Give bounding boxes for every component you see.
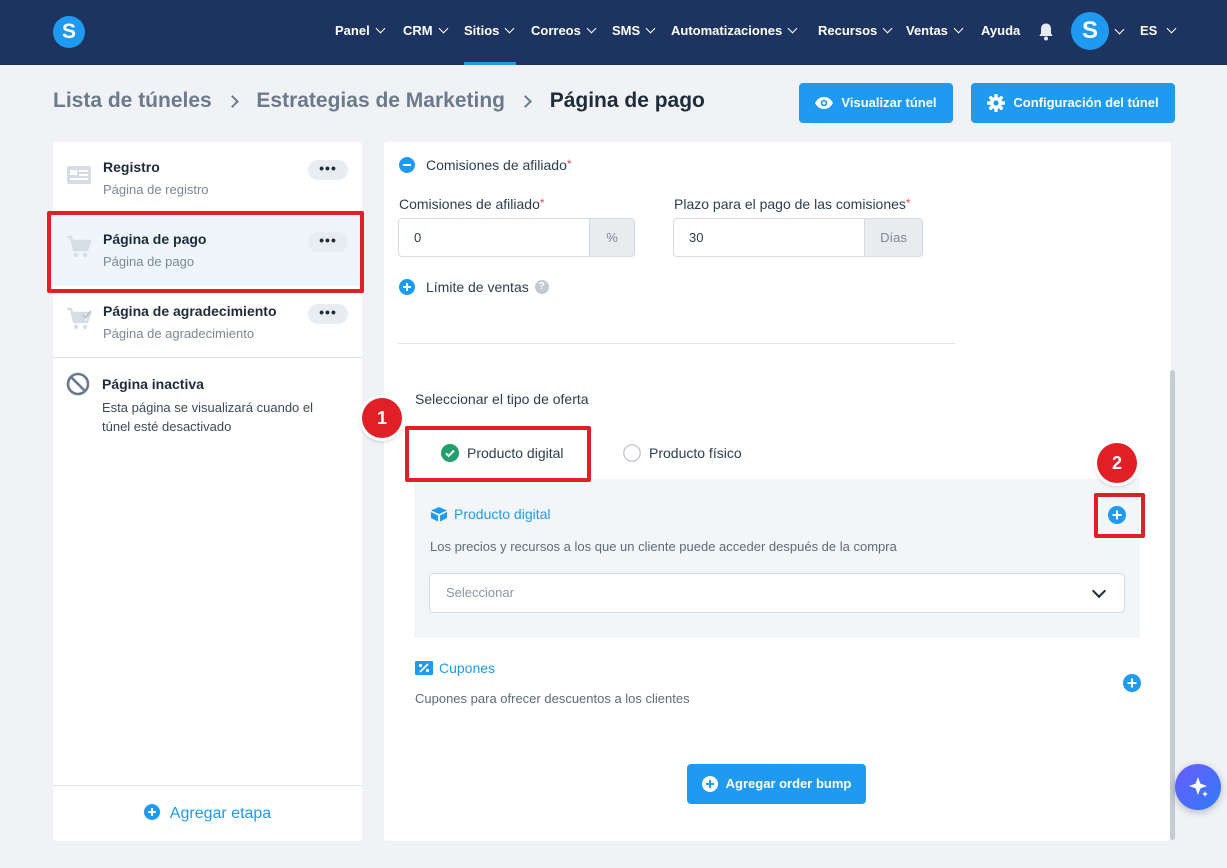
top-navigation-bar: S Panel CRM Sitios Correos SMS Automatiz… xyxy=(0,0,1227,65)
plus-circle-icon xyxy=(399,278,415,295)
chevron-down-icon xyxy=(953,23,964,34)
commission-input[interactable]: 0 % xyxy=(398,218,635,257)
step-marker-1: 1 xyxy=(362,398,402,438)
breadcrumb-funnel[interactable]: Estrategias de Marketing xyxy=(256,89,505,113)
preview-funnel-button[interactable]: Visualizar túnel xyxy=(799,83,953,123)
chevron-down-icon xyxy=(1091,583,1107,599)
nav-item-panel[interactable]: Panel xyxy=(335,0,386,65)
divider xyxy=(398,343,955,344)
highlight-add-product xyxy=(1094,493,1145,538)
bell-icon[interactable] xyxy=(1038,22,1054,42)
sales-limit-toggle[interactable]: Límite de ventas? xyxy=(399,278,549,295)
form-icon xyxy=(67,166,91,184)
nav-item-sms[interactable]: SMS xyxy=(612,0,656,65)
plus-circle-icon xyxy=(701,775,718,792)
chevron-right-icon xyxy=(225,95,239,108)
ban-icon xyxy=(66,372,90,396)
nav-item-ventas[interactable]: Ventas xyxy=(906,0,964,65)
chevron-down-icon xyxy=(1166,23,1177,34)
chevron-down-icon xyxy=(586,23,597,34)
breadcrumb-current-page: Página de pago xyxy=(549,89,705,113)
step-pagina-de-agradecimiento[interactable]: Página de agradecimiento Página de agrad… xyxy=(53,286,362,358)
highlight-digital-option xyxy=(405,426,591,482)
assistant-button[interactable] xyxy=(1175,764,1221,810)
chevron-down-icon xyxy=(504,23,515,34)
app-logo[interactable]: S xyxy=(53,16,85,48)
digital-product-select[interactable]: Seleccionar xyxy=(429,573,1125,613)
digital-product-section xyxy=(414,479,1140,638)
help-icon[interactable]: ? xyxy=(534,280,549,295)
eye-icon xyxy=(815,96,834,109)
digital-product-heading: Producto digital xyxy=(430,506,551,522)
percent-addon: % xyxy=(589,219,634,256)
coupons-description: Cupones para ofrecer descuentos a los cl… xyxy=(415,691,690,706)
affiliate-commission-toggle[interactable]: Comisiones de afiliado* xyxy=(399,156,572,173)
user-avatar[interactable]: S xyxy=(1071,12,1109,50)
chevron-down-icon xyxy=(645,23,656,34)
step-subtitle: Página de registro xyxy=(103,182,209,197)
step-title: Página de agradecimiento xyxy=(103,303,277,319)
coupons-heading: Cupones xyxy=(415,660,495,676)
add-coupon-button[interactable] xyxy=(1123,674,1141,692)
nav-item-sitios[interactable]: Sitios xyxy=(464,0,516,65)
step-title: Registro xyxy=(103,159,160,175)
offer-type-label: Seleccionar el tipo de oferta xyxy=(415,391,589,407)
nav-item-crm[interactable]: CRM xyxy=(403,0,449,65)
chevron-down-icon xyxy=(787,23,798,34)
minus-circle-icon xyxy=(399,156,415,173)
nav-item-ayuda[interactable]: Ayuda xyxy=(981,0,1020,65)
vertical-scrollbar[interactable] xyxy=(1170,370,1175,840)
chevron-down-icon xyxy=(882,23,893,34)
box-icon xyxy=(431,506,447,522)
commission-label: Comisiones de afiliado* xyxy=(399,196,545,212)
step-marker-2: 2 xyxy=(1097,443,1137,483)
payment-term-input[interactable]: 30 Días xyxy=(673,218,923,257)
chevron-down-icon xyxy=(375,23,386,34)
nav-item-correos[interactable]: Correos xyxy=(531,0,597,65)
payment-term-label: Plazo para el pago de las comisiones* xyxy=(674,196,911,212)
step-subtitle: Página de agradecimiento xyxy=(103,326,255,341)
breadcrumb-funnel-list[interactable]: Lista de túneles xyxy=(53,89,212,113)
nav-item-recursos[interactable]: Recursos xyxy=(818,0,893,65)
inactive-page[interactable]: Página inactiva Esta página se visualiza… xyxy=(53,358,362,448)
cart-check-icon xyxy=(67,307,92,330)
plus-circle-icon xyxy=(143,804,160,821)
highlight-active-step xyxy=(47,211,364,293)
chevron-down-icon[interactable] xyxy=(1114,24,1125,35)
step-registro[interactable]: Registro Página de registro ••• xyxy=(53,142,362,214)
digital-product-description: Los precios y recursos a los que un clie… xyxy=(430,539,897,554)
coupon-icon xyxy=(415,660,433,675)
step-menu-button[interactable]: ••• xyxy=(308,304,348,324)
language-selector[interactable]: ES xyxy=(1140,0,1177,65)
chevron-right-icon xyxy=(518,95,532,108)
gear-icon xyxy=(987,93,1006,112)
sparkle-icon xyxy=(1189,777,1208,797)
add-stage-button[interactable]: Agregar etapa xyxy=(53,785,362,841)
days-addon: Días xyxy=(864,219,922,256)
radio-empty-icon xyxy=(623,443,641,462)
inactive-page-description: Esta página se visualizará cuando el tún… xyxy=(102,400,314,434)
breadcrumb: Lista de túneles Estrategias de Marketin… xyxy=(53,89,705,119)
offer-option-physical[interactable]: Producto físico xyxy=(623,443,742,462)
chevron-down-icon xyxy=(438,23,449,34)
nav-item-automatizaciones[interactable]: Automatizaciones xyxy=(671,0,798,65)
inactive-page-title: Página inactiva xyxy=(102,376,204,392)
funnel-settings-button[interactable]: Configuración del túnel xyxy=(971,83,1175,123)
add-order-bump-button[interactable]: Agregar order bump xyxy=(687,764,866,804)
step-menu-button[interactable]: ••• xyxy=(308,160,348,180)
